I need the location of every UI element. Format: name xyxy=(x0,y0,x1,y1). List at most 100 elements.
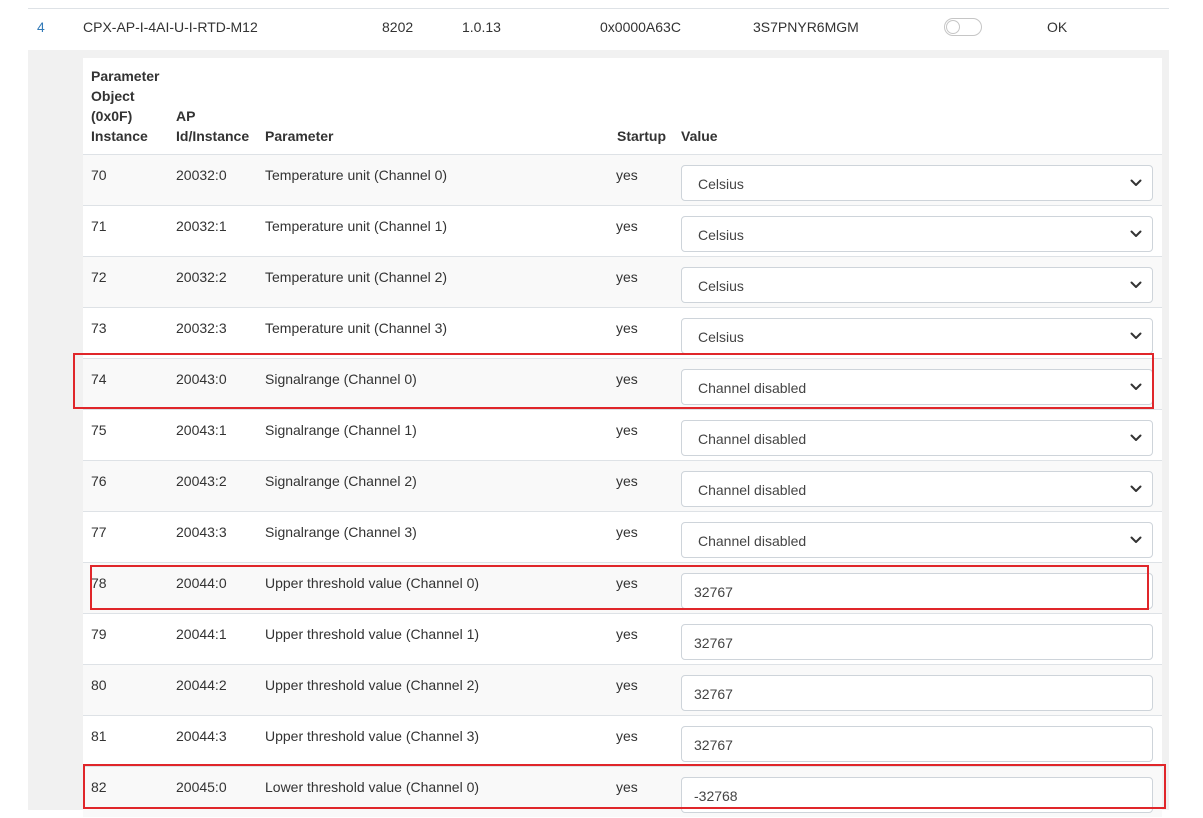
module-name: CPX-AP-I-4AI-U-I-RTD-M12 xyxy=(83,19,258,35)
table-row: 78 20044:0 Upper threshold value (Channel … xyxy=(83,562,1162,613)
table-row: 77 20043:3 Signalrange (Channel 3) yes Chann… xyxy=(83,511,1162,562)
header-value: Value xyxy=(681,128,718,144)
value-text: Channel disabled xyxy=(698,431,807,447)
table-row: 80 20044:2 Upper threshold value (Channel … xyxy=(83,664,1162,715)
instance-cell: 80 xyxy=(91,677,107,693)
parameter-cell: Temperature unit (Channel 0) xyxy=(265,167,448,183)
instance-cell: 81 xyxy=(91,728,107,744)
instance-cell: 78 xyxy=(91,575,107,591)
value-select[interactable]: Channel disabled xyxy=(681,369,1153,405)
table-row: 72 20032:2 Temperature unit (Channel 2) yes… xyxy=(83,256,1162,307)
startup-cell: yes xyxy=(616,473,638,489)
startup-cell: yes xyxy=(616,575,638,591)
module-status: OK xyxy=(1047,19,1068,35)
value-text: Channel disabled xyxy=(698,380,807,396)
chevron-down-icon xyxy=(1130,179,1142,186)
module-index[interactable]: 4 xyxy=(37,19,45,35)
ap-id-cell: 20044:0 xyxy=(176,575,227,591)
parameter-cell: Temperature unit (Channel 1) xyxy=(265,218,448,234)
value-input[interactable]: 32767 xyxy=(681,624,1153,660)
header-instance-line: Object xyxy=(91,88,135,104)
value-text: 32767 xyxy=(694,635,733,651)
parameter-cell: Temperature unit (Channel 2) xyxy=(265,269,448,285)
header-instance-line: Instance xyxy=(91,128,148,144)
chevron-down-icon xyxy=(1130,434,1142,441)
parameter-cell: Upper threshold value (Channel 0) xyxy=(265,575,480,591)
ap-id-cell: 20032:0 xyxy=(176,167,227,183)
parameter-cell: Signalrange (Channel 3) xyxy=(265,524,417,540)
header-ap-line: Id/Instance xyxy=(176,128,250,144)
ap-id-cell: 20032:2 xyxy=(176,269,227,285)
value-select[interactable]: Celsius xyxy=(681,165,1153,201)
startup-cell: yes xyxy=(616,626,638,642)
instance-cell: 75 xyxy=(91,422,107,438)
table-row: 73 20032:3 Temperature unit (Channel 3) yes… xyxy=(83,307,1162,358)
instance-cell: 70 xyxy=(91,167,107,183)
chevron-down-icon xyxy=(1130,383,1142,390)
chevron-down-icon xyxy=(1130,536,1142,543)
ap-id-cell: 20032:1 xyxy=(176,218,227,234)
chevron-down-icon xyxy=(1130,332,1142,339)
value-select[interactable]: Channel disabled xyxy=(681,522,1153,558)
ap-id-cell: 20043:1 xyxy=(176,422,227,438)
parameter-cell: Upper threshold value (Channel 3) xyxy=(265,728,480,744)
ap-id-cell: 20043:0 xyxy=(176,371,227,387)
header-startup: Startup xyxy=(617,128,666,144)
module-version: 1.0.13 xyxy=(462,19,501,35)
instance-cell: 72 xyxy=(91,269,107,285)
header-instance: Parameter Object (0x0F) Instance xyxy=(91,66,160,146)
ap-id-cell: 20044:1 xyxy=(176,626,227,642)
toggle-knob xyxy=(946,20,960,34)
value-text: Channel disabled xyxy=(698,533,807,549)
startup-cell: yes xyxy=(616,779,638,795)
chevron-down-icon xyxy=(1130,230,1142,237)
value-text: 32767 xyxy=(694,686,733,702)
table-row: 82 20045:0 Lower threshold value (Channel … xyxy=(83,766,1162,817)
value-select[interactable]: Channel disabled xyxy=(681,420,1153,456)
value-select[interactable]: Celsius xyxy=(681,318,1153,354)
value-text: Celsius xyxy=(698,278,744,294)
module-hex-id: 0x0000A63C xyxy=(600,19,681,35)
header-ap-id: AP Id/Instance xyxy=(176,106,249,146)
value-text: 32767 xyxy=(694,737,733,753)
module-row[interactable]: 4 CPX-AP-I-4AI-U-I-RTD-M12 8202 1.0.13 0… xyxy=(28,8,1169,51)
value-input[interactable]: 32767 xyxy=(681,726,1153,762)
ap-id-cell: 20045:0 xyxy=(176,779,227,795)
startup-cell: yes xyxy=(616,524,638,540)
ap-id-cell: 20044:3 xyxy=(176,728,227,744)
value-input[interactable]: -32768 xyxy=(681,777,1153,813)
chevron-down-icon xyxy=(1130,485,1142,492)
header-instance-line: Parameter xyxy=(91,68,160,84)
module-code: 8202 xyxy=(382,19,414,35)
value-text: -32768 xyxy=(694,788,738,804)
module-toggle-switch[interactable] xyxy=(944,18,982,36)
table-row: 75 20043:1 Signalrange (Channel 1) yes Chann… xyxy=(83,409,1162,460)
parameter-cell: Signalrange (Channel 1) xyxy=(265,422,417,438)
table-row: 74 20043:0 Signalrange (Channel 0) yes Chann… xyxy=(83,358,1162,409)
table-header: Parameter Object (0x0F) Instance AP Id/I… xyxy=(83,58,1162,156)
startup-cell: yes xyxy=(616,320,638,336)
instance-cell: 73 xyxy=(91,320,107,336)
header-instance-line: (0x0F) xyxy=(91,108,133,124)
value-text: Celsius xyxy=(698,176,744,192)
value-input[interactable]: 32767 xyxy=(681,573,1153,609)
startup-cell: yes xyxy=(616,371,638,387)
parameter-cell: Lower threshold value (Channel 0) xyxy=(265,779,480,795)
parameter-table: Parameter Object (0x0F) Instance AP Id/I… xyxy=(83,58,1162,818)
startup-cell: yes xyxy=(616,422,638,438)
parameter-cell: Signalrange (Channel 0) xyxy=(265,371,417,387)
value-select[interactable]: Celsius xyxy=(681,267,1153,303)
startup-cell: yes xyxy=(616,728,638,744)
instance-cell: 77 xyxy=(91,524,107,540)
value-select[interactable]: Channel disabled xyxy=(681,471,1153,507)
ap-id-cell: 20044:2 xyxy=(176,677,227,693)
parameter-cell: Signalrange (Channel 2) xyxy=(265,473,417,489)
value-input[interactable]: 32767 xyxy=(681,675,1153,711)
startup-cell: yes xyxy=(616,218,638,234)
table-row: 76 20043:2 Signalrange (Channel 2) yes Chann… xyxy=(83,460,1162,511)
value-text: Channel disabled xyxy=(698,482,807,498)
instance-cell: 79 xyxy=(91,626,107,642)
value-select[interactable]: Celsius xyxy=(681,216,1153,252)
ap-id-cell: 20032:3 xyxy=(176,320,227,336)
table-row: 70 20032:0 Temperature unit (Channel 0) yes… xyxy=(83,154,1162,205)
